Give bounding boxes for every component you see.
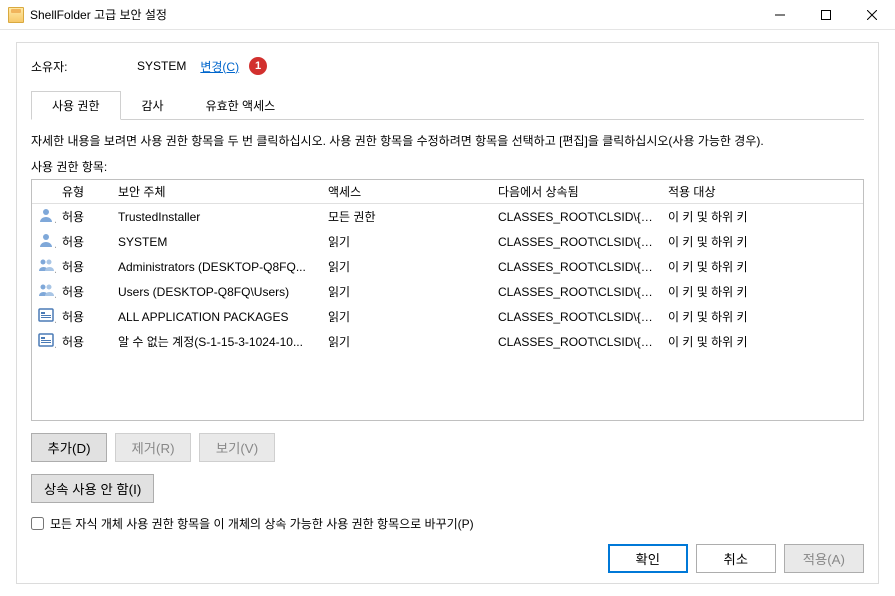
cell-access: 읽기 [322,230,492,253]
cell-inherited: CLASSES_ROOT\CLSID\{F... [492,282,662,302]
cancel-button[interactable]: 취소 [696,544,776,573]
cell-inherited: CLASSES_ROOT\CLSID\{F... [492,232,662,252]
tab-effective-access[interactable]: 유효한 액세스 [185,91,297,119]
cell-access: 읽기 [322,255,492,278]
cell-inherited: CLASSES_ROOT\CLSID\{F... [492,332,662,352]
tab-strip: 사용 권한 감사 유효한 액세스 [31,91,864,120]
description-text: 자세한 내용을 보려면 사용 권한 항목을 두 번 클릭하십시오. 사용 권한 … [31,132,864,150]
col-inherited[interactable]: 다음에서 상속됨 [492,180,662,203]
maximize-button[interactable] [803,0,849,30]
cell-type: 허용 [56,330,112,353]
remove-button[interactable]: 제거(R) [115,433,191,462]
cell-type: 허용 [56,305,112,328]
replace-children-label: 모든 자식 개체 사용 권한 항목을 이 개체의 상속 가능한 사용 권한 항목… [50,515,474,532]
cell-applies: 이 키 및 하위 키 [662,230,863,253]
cell-access: 읽기 [322,280,492,303]
cell-principal: SYSTEM [112,232,322,252]
owner-label: 소유자: [31,58,131,75]
titlebar: ShellFolder 고급 보안 설정 [0,0,895,30]
cell-applies: 이 키 및 하위 키 [662,305,863,328]
cell-type: 허용 [56,205,112,228]
maximize-icon [821,10,831,20]
disable-inheritance-button[interactable]: 상속 사용 안 함(I) [31,474,154,503]
cell-type: 허용 [56,230,112,253]
close-icon [867,10,877,20]
table-row[interactable]: 허용ALL APPLICATION PACKAGES읽기CLASSES_ROOT… [32,304,863,329]
col-access[interactable]: 액세스 [322,180,492,203]
grid-header: 유형 보안 주체 액세스 다음에서 상속됨 적용 대상 [32,180,863,204]
cell-applies: 이 키 및 하위 키 [662,255,863,278]
tab-auditing[interactable]: 감사 [121,91,185,119]
view-button[interactable]: 보기(V) [199,433,275,462]
table-row[interactable]: 허용TrustedInstaller모든 권한CLASSES_ROOT\CLSI… [32,204,863,229]
annotation-badge-1: 1 [249,57,267,75]
minimize-button[interactable] [757,0,803,30]
cell-applies: 이 키 및 하위 키 [662,205,863,228]
replace-children-row[interactable]: 모든 자식 개체 사용 권한 항목을 이 개체의 상속 가능한 사용 권한 항목… [31,515,864,532]
dialog-footer: 확인 취소 적용(A) [608,544,864,573]
window-title: ShellFolder 고급 보안 설정 [30,6,757,23]
cell-principal: Administrators (DESKTOP-Q8FQ... [112,257,322,277]
replace-children-checkbox[interactable] [31,517,44,530]
main-panel: 소유자: SYSTEM 변경(C) 1 사용 권한 감사 유효한 액세스 자세한… [16,42,879,584]
table-row[interactable]: 허용Users (DESKTOP-Q8FQ\Users)읽기CLASSES_RO… [32,279,863,304]
table-row[interactable]: 허용Administrators (DESKTOP-Q8FQ...읽기CLASS… [32,254,863,279]
user-icon [38,207,54,223]
ok-button[interactable]: 확인 [608,544,688,573]
apply-button[interactable]: 적용(A) [784,544,864,573]
permissions-grid[interactable]: 유형 보안 주체 액세스 다음에서 상속됨 적용 대상 허용TrustedIns… [31,179,864,421]
cell-principal: ALL APPLICATION PACKAGES [112,307,322,327]
cell-applies: 이 키 및 하위 키 [662,330,863,353]
table-row[interactable]: 허용알 수 없는 계정(S-1-15-3-1024-10...읽기CLASSES… [32,329,863,354]
col-principal[interactable]: 보안 주체 [112,180,322,203]
cell-access: 읽기 [322,305,492,328]
app-icon [38,332,54,348]
add-button[interactable]: 추가(D) [31,433,107,462]
cell-access: 읽기 [322,330,492,353]
col-applies[interactable]: 적용 대상 [662,180,863,203]
owner-name: SYSTEM [137,59,186,73]
minimize-icon [775,10,785,20]
cell-principal: TrustedInstaller [112,207,322,227]
cell-access: 모든 권한 [322,205,492,228]
owner-row: 소유자: SYSTEM 변경(C) 1 [31,57,864,75]
table-row[interactable]: 허용SYSTEM읽기CLASSES_ROOT\CLSID\{F...이 키 및 … [32,229,863,254]
col-icon[interactable] [32,180,56,203]
cell-applies: 이 키 및 하위 키 [662,280,863,303]
change-owner-link[interactable]: 변경(C) [200,58,239,75]
window-buttons [757,0,895,30]
folder-icon [8,7,24,23]
entry-buttons: 추가(D) 제거(R) 보기(V) [31,433,864,462]
col-type[interactable]: 유형 [56,180,112,203]
cell-inherited: CLASSES_ROOT\CLSID\{F... [492,307,662,327]
group-icon [38,257,54,273]
cell-principal: Users (DESKTOP-Q8FQ\Users) [112,282,322,302]
cell-type: 허용 [56,280,112,303]
cell-principal: 알 수 없는 계정(S-1-15-3-1024-10... [112,330,322,353]
close-button[interactable] [849,0,895,30]
tab-permissions[interactable]: 사용 권한 [31,91,121,120]
app-icon [38,307,54,323]
group-icon [38,282,54,298]
cell-inherited: CLASSES_ROOT\CLSID\{F... [492,257,662,277]
cell-type: 허용 [56,255,112,278]
user-icon [38,232,54,248]
entries-label: 사용 권한 항목: [31,158,864,175]
cell-inherited: CLASSES_ROOT\CLSID\{F... [492,207,662,227]
